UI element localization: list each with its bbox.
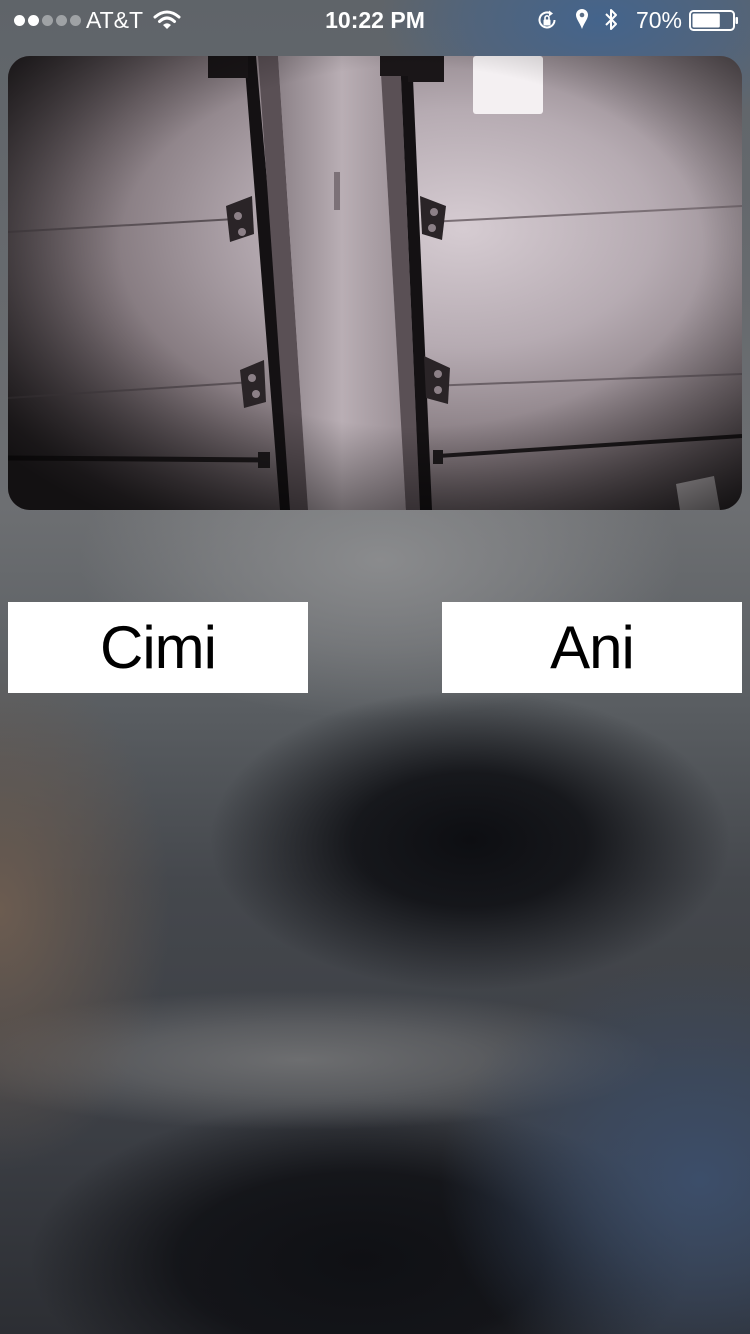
camera-feed-image — [8, 56, 742, 510]
location-arrow-icon — [576, 9, 588, 29]
battery-icon — [689, 10, 738, 31]
status-bar: AT&T 10:22 PM 70% — [0, 0, 750, 40]
bluetooth-icon — [605, 9, 617, 30]
ani-button[interactable]: Ani — [442, 602, 742, 693]
cimi-button[interactable]: Cimi — [8, 602, 308, 693]
battery-percentage: 70% — [635, 7, 682, 33]
rotation-lock-icon — [538, 10, 556, 29]
